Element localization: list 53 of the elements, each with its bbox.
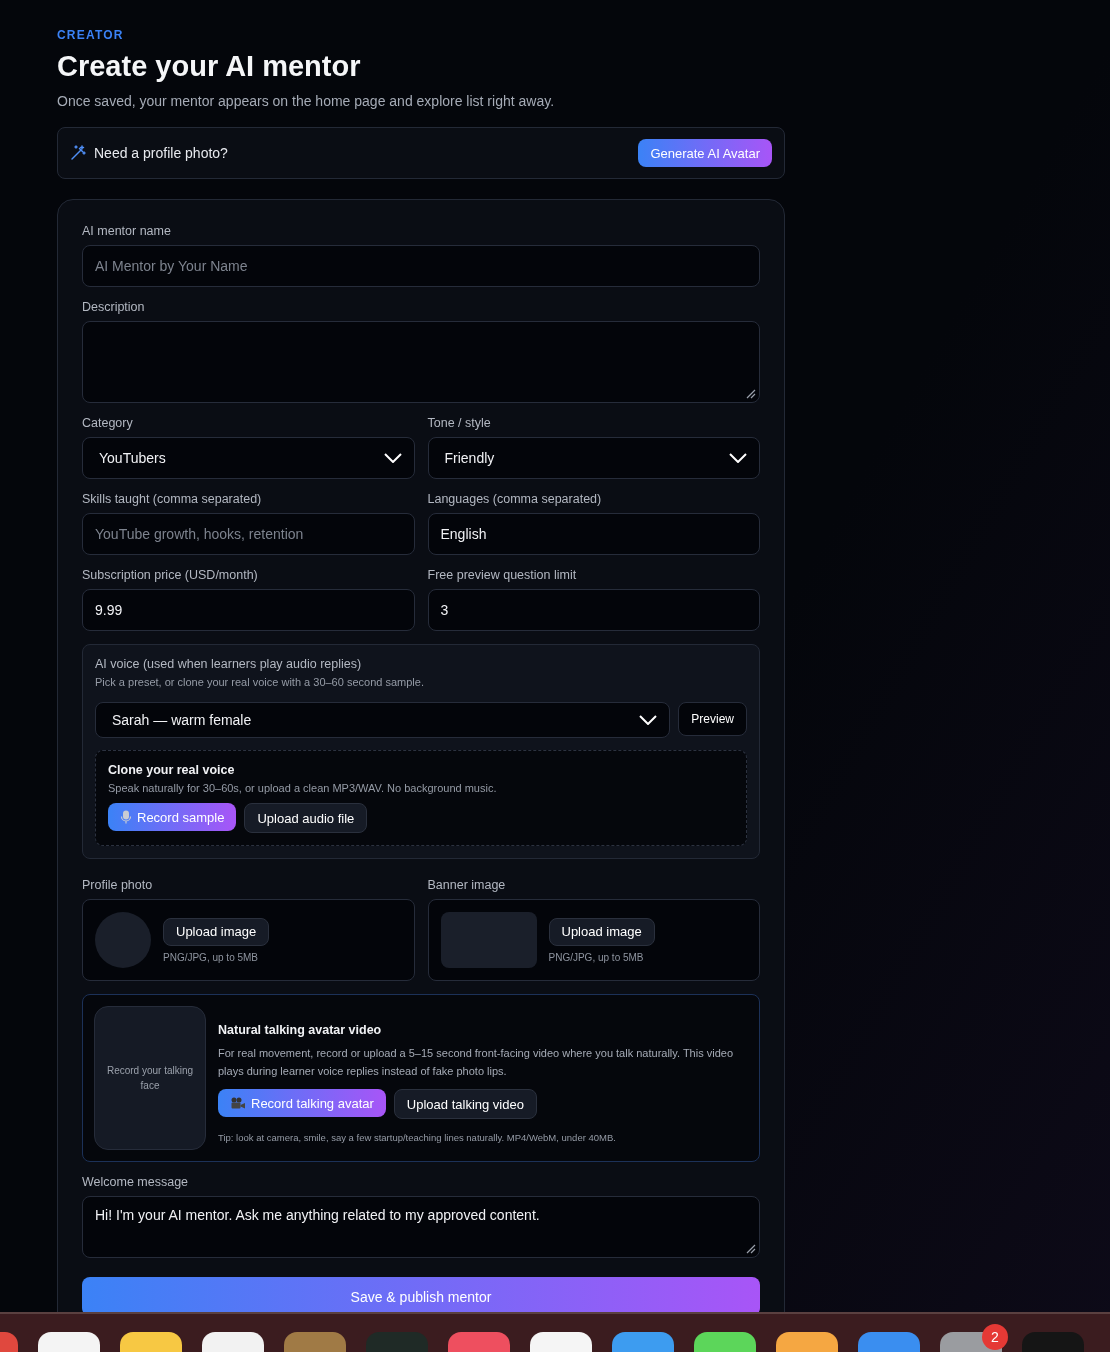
save-publish-button[interactable]: Save & publish mentor — [82, 1277, 760, 1312]
record-sample-button[interactable]: Record sample — [108, 803, 237, 831]
dropdown[interactable]: Friendly — [427, 437, 760, 479]
talking-video-description: For real movement, record or upload a 5–15 second front-facing video where you talk naturally. This video plays during learner voice replies instead of fake photo lips. — [218, 1046, 735, 1079]
generate-avatar-button[interactable]: Generate AI Avatar — [638, 139, 772, 167]
upload-hint: PNG/JPG, up to 5MB — [548, 951, 644, 963]
input-field[interactable]: English — [427, 513, 760, 555]
record-avatar-button[interactable]: Record talking avatar — [218, 1089, 386, 1117]
magic-wand-icon — [70, 145, 86, 161]
banner-text: Need a profile photo? — [94, 145, 229, 161]
input-field[interactable]: YouTube growth, hooks, retention — [82, 513, 415, 555]
field-label: Free preview question limit — [427, 568, 578, 582]
field-label: Description — [82, 300, 146, 314]
resize-grip-icon[interactable] — [746, 389, 756, 399]
voice-dropdown[interactable]: Sarah — warm female — [95, 702, 671, 738]
input-field[interactable]: 9.99 — [82, 589, 415, 631]
chevron-down-icon — [383, 453, 402, 463]
upload-image-button[interactable]: Upload image — [548, 917, 655, 946]
upload-hint: PNG/JPG, up to 5MB — [163, 951, 259, 963]
field-label: Category — [82, 416, 134, 430]
voice-hint: Pick a preset, or clone your real voice with a 30–60 second sample. — [95, 676, 425, 688]
video-placeholder-text: Record your talking face — [105, 1064, 195, 1093]
text-area[interactable]: Hi! I'm your AI mentor. Ask me anything related to my approved content. — [82, 1196, 760, 1258]
field-label: Profile photo — [82, 878, 154, 892]
field-label: Welcome message — [82, 1175, 190, 1189]
voice-title: AI voice (used when learners play audio replies) — [95, 657, 363, 671]
video-camera-icon — [230, 1096, 246, 1110]
page-subtitle: Once saved, your mentor appears on the home page and explore list right away. — [57, 93, 556, 109]
dropdown[interactable]: YouTubers — [82, 437, 415, 479]
input-field[interactable]: 3 — [427, 589, 760, 631]
upload-video-button[interactable]: Upload talking video — [393, 1089, 537, 1119]
avatar-placeholder — [95, 912, 151, 968]
upload-audio-button[interactable]: Upload audio file — [244, 803, 368, 833]
section-eyebrow: CREATOR — [57, 28, 125, 42]
input-field[interactable]: AI Mentor by Your Name — [82, 245, 760, 287]
notification-badge: 2 — [982, 1324, 1008, 1350]
chevron-down-icon — [729, 453, 747, 463]
field-label: Banner image — [427, 878, 507, 892]
preview-button[interactable]: Preview — [678, 702, 747, 736]
resize-grip-icon[interactable] — [746, 1244, 756, 1254]
field-label: Tone / style — [427, 416, 492, 430]
page-title: Create your AI mentor — [57, 50, 362, 83]
tip-text: Tip: look at camera, smile, say a few startup/teaching lines naturally. MP4/WebM, under 40MB. — [218, 1132, 617, 1143]
microphone-icon — [120, 810, 132, 824]
field-label: Subscription price (USD/month) — [82, 568, 259, 582]
upload-image-button[interactable]: Upload image — [163, 917, 270, 946]
field-label: Languages (comma separated) — [427, 492, 603, 506]
talking-video-title: Natural talking avatar video — [218, 1023, 383, 1037]
clone-hint: Speak naturally for 30–60s, or upload a clean MP3/WAV. No background music. — [108, 782, 498, 794]
clone-title: Clone your real voice — [108, 763, 236, 777]
field-label: AI mentor name — [82, 224, 172, 238]
chevron-down-icon — [639, 715, 658, 725]
field-label: Skills taught (comma separated) — [82, 492, 263, 506]
